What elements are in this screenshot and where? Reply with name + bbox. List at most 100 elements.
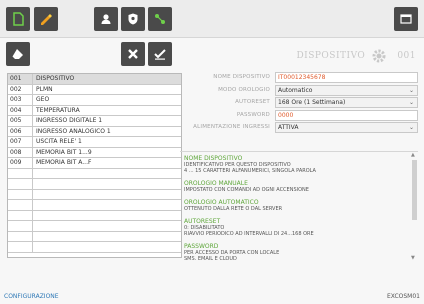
list-item-id: 005	[8, 116, 33, 126]
list-item-name	[33, 179, 181, 189]
network-button[interactable]	[148, 7, 172, 31]
list-item-name: INGRESSO DIGITALE 1	[36, 117, 103, 124]
help-text: OTTENUTO DALLA RETE O DAL SERVER	[184, 206, 283, 212]
list-item[interactable]	[8, 221, 181, 232]
chevron-down-icon: ⌄	[408, 86, 414, 94]
list-item-name	[33, 169, 181, 179]
modo-orologio-label: MODO OROLOGIO	[218, 86, 270, 93]
new-document-button[interactable]	[6, 7, 30, 31]
list-item-id	[8, 179, 33, 189]
list-item-id: 006	[8, 126, 33, 136]
eraser-icon	[12, 49, 23, 59]
list-item[interactable]	[8, 168, 181, 179]
list-item[interactable]: 004 TEMPERATURA	[8, 105, 181, 116]
list-item-name: TEMPERATURA	[36, 106, 80, 114]
list-item-id	[8, 189, 33, 199]
list-item[interactable]: 003 GEO	[8, 95, 181, 106]
list-item-name	[33, 200, 181, 210]
list-item[interactable]: 002 PLMN	[8, 84, 181, 95]
list-item-id: 001	[8, 74, 33, 84]
scrollbar-thumb[interactable]	[412, 160, 417, 220]
alimentazione-select[interactable]: ATTIVA ⌄	[275, 122, 418, 133]
cancel-button[interactable]	[121, 42, 145, 66]
user-button[interactable]	[94, 7, 118, 31]
window-button[interactable]	[394, 7, 418, 31]
confirm-button[interactable]	[148, 42, 172, 66]
help-text: 4 ... 15 CARATTERI ALFANUMERICI, SINGOLA…	[184, 168, 316, 174]
list-item-id: 003	[8, 95, 33, 105]
list-item[interactable]: 005 INGRESSO DIGITALE 1	[8, 116, 181, 127]
help-heading: PASSWORD	[184, 243, 219, 250]
list-item-name: INGRESSO ANALOGICO 1	[36, 127, 111, 135]
list-item-id	[8, 242, 33, 252]
footer-device-code: EXCOSM01	[387, 293, 420, 300]
password-input[interactable]: 0000	[275, 109, 418, 121]
footer-section-link[interactable]: CONFIGURAZIONE	[4, 293, 59, 300]
list-item[interactable]: 007 USCITA RELE' 1	[8, 137, 181, 148]
shield-icon	[128, 13, 138, 25]
list-item-id	[8, 231, 33, 241]
item-list: 001 DISPOSITIVO 002 PLMN 003 GEO 004 TEMPERATUR…	[7, 73, 182, 258]
scroll-up-icon[interactable]: ▲	[411, 152, 415, 158]
list-item-id: 008	[8, 147, 33, 157]
list-item-name: MEMORIA BIT A...F	[36, 159, 92, 166]
list-item[interactable]: 008 MEMORIA BIT 1...9	[8, 147, 181, 158]
user-icon	[101, 14, 111, 24]
list-item-name: GEO	[36, 96, 50, 103]
list-item-id	[8, 210, 33, 220]
pencil-edit-icon	[41, 14, 52, 25]
help-text: SMS, EMAIL E CLOUD	[184, 256, 237, 260]
network-icon	[155, 14, 165, 24]
chevron-down-icon: ⌄	[408, 99, 414, 106]
help-panel[interactable]: NOME DISPOSITIVO IDENTIFICATIVO PER QUEST…	[180, 151, 418, 260]
help-heading: NOME DISPOSITIVO	[184, 155, 243, 162]
list-item-name: MEMORIA BIT 1...9	[36, 148, 92, 156]
list-item-id: 009	[8, 158, 33, 168]
confirm-check-icon	[154, 49, 166, 60]
list-item[interactable]: 006 INGRESSO ANALOGICO 1	[8, 126, 181, 137]
edit-button[interactable]	[34, 7, 58, 31]
footer: CONFIGURAZIONE EXCOSM01	[0, 292, 424, 304]
gear-icon	[372, 49, 386, 63]
modo-orologio-value: Automatico	[278, 86, 313, 94]
list-item-name: PLMN	[36, 85, 53, 93]
list-item-id: 007	[8, 137, 33, 147]
autoreset-value: 168 Ore (1 Settimana)	[278, 99, 346, 106]
list-item[interactable]	[8, 189, 181, 200]
list-item-id: 002	[8, 84, 33, 94]
security-button[interactable]	[121, 7, 145, 31]
list-item[interactable]	[8, 242, 181, 253]
page-number: 001	[397, 51, 416, 61]
help-text: IMPOSTATO CON COMANDI AD OGNI ACCENSIONE	[184, 187, 309, 193]
scroll-down-icon[interactable]: ▼	[411, 255, 415, 260]
list-item-id	[8, 168, 33, 178]
autoreset-label: AUTORESET	[235, 99, 270, 105]
nome-dispositivo-input[interactable]: IT00012345678	[275, 72, 418, 83]
list-item-name	[33, 190, 181, 200]
password-label: PASSWORD	[236, 111, 270, 118]
list-item[interactable]	[8, 231, 181, 242]
window-icon	[400, 14, 412, 24]
help-heading: AUTORESET	[184, 218, 221, 225]
list-item-name	[33, 242, 181, 252]
erase-button[interactable]	[6, 42, 30, 66]
alimentazione-label: ALIMENTAZIONE INGRESSI	[193, 124, 270, 130]
list-item-name	[33, 211, 181, 221]
help-text: RIAVVIO PERIODICO AD INTERVALLI DI 24...…	[184, 231, 314, 237]
list-item-name	[33, 232, 181, 242]
list-item[interactable]	[8, 210, 181, 221]
modo-orologio-select[interactable]: Automatico ⌄	[275, 84, 418, 96]
list-item[interactable]: 001 DISPOSITIVO	[8, 74, 181, 85]
list-item[interactable]: 009 MEMORIA BIT A...F	[8, 158, 181, 169]
list-item-name: USCITA RELE' 1	[36, 138, 82, 145]
help-heading: OROLOGIO MANUALE	[184, 180, 248, 187]
chevron-down-icon: ⌄	[408, 124, 414, 131]
autoreset-select[interactable]: 168 Ore (1 Settimana) ⌄	[275, 97, 418, 108]
list-item[interactable]	[8, 200, 181, 211]
close-icon	[128, 49, 138, 59]
list-item[interactable]	[8, 179, 181, 190]
nome-dispositivo-label: NOME DISPOSITIVO	[213, 74, 270, 80]
page-title: DISPOSITIVO 001	[296, 44, 416, 68]
page-title-text: DISPOSITIVO	[296, 51, 366, 61]
help-scrollbar[interactable]: ▲ ▼	[411, 152, 417, 260]
